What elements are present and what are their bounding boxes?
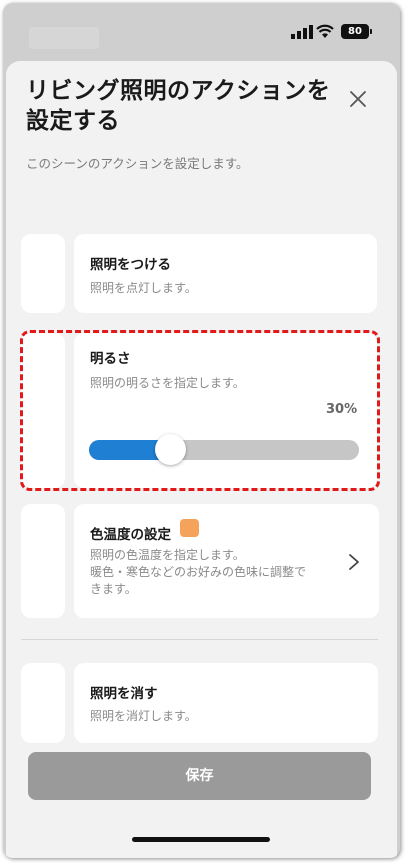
status-time-placeholder: [29, 27, 99, 49]
close-icon[interactable]: [349, 90, 367, 108]
card-description-line-2: 暖色・寒色などのお好みの色味に調整で: [90, 565, 307, 579]
card-title: 明るさ: [90, 351, 131, 367]
light-on-icon-tile: [21, 234, 65, 313]
card-title: 照明を消す: [90, 686, 158, 702]
sheet-title: リビング照明のアクションを設定する: [26, 78, 331, 134]
section-divider: [21, 639, 378, 640]
sheet-subtitle: このシーンのアクションを設定します。: [26, 156, 249, 171]
slider-thumb[interactable]: [155, 434, 186, 465]
card-title: 照明をつける: [90, 257, 171, 273]
action-card-light-on[interactable]: 照明をつける 照明を点灯します。: [74, 234, 377, 313]
light-off-icon-tile: [21, 663, 65, 743]
save-button[interactable]: 保存: [28, 752, 371, 800]
cellular-signal-icon: [291, 25, 313, 39]
card-description: 照明を点灯します。: [90, 281, 197, 295]
color-temp-icon-tile: [21, 504, 65, 618]
card-description-line-3: きます。: [90, 582, 137, 596]
brightness-icon-tile: [21, 333, 65, 488]
wifi-icon: [316, 24, 334, 38]
card-description: 照明の明るさを指定します。: [90, 376, 245, 390]
card-title: 色温度の設定: [90, 527, 171, 543]
brightness-slider[interactable]: [89, 434, 359, 465]
status-bar: 80: [3, 3, 400, 63]
card-description: 照明を消灯します。: [90, 709, 197, 723]
color-swatch: [180, 519, 199, 537]
action-card-light-off[interactable]: 照明を消す 照明を消灯します。: [74, 663, 378, 743]
card-description-line-1: 照明の色温度を指定します。: [90, 548, 245, 562]
brightness-value: 30%: [326, 402, 358, 417]
action-card-color-temperature[interactable]: 色温度の設定 照明の色温度を指定します。 暖色・寒色などのお好みの色味に調整で …: [74, 504, 379, 618]
battery-indicator: 80: [341, 24, 372, 39]
home-indicator: [132, 837, 270, 842]
chevron-right-icon: [349, 554, 359, 570]
